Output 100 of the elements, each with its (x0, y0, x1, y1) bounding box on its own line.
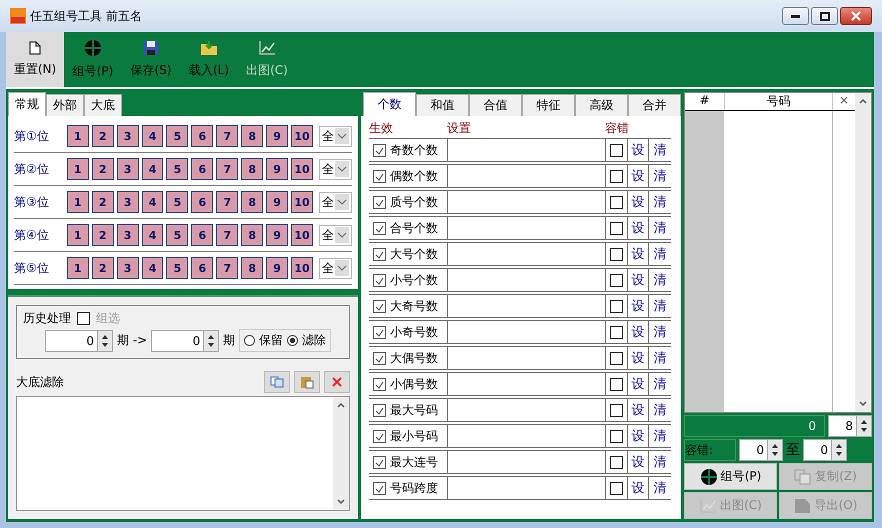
scroll-up-icon[interactable] (858, 97, 868, 105)
setting-field[interactable] (446, 165, 606, 187)
set-button[interactable]: 设 (628, 425, 650, 447)
set-button[interactable]: 设 (628, 269, 650, 291)
number-button[interactable]: 9 (266, 125, 288, 147)
checkbox[interactable] (610, 482, 623, 494)
clear-button[interactable]: 清 (649, 477, 671, 499)
set-button[interactable]: 设 (628, 347, 650, 369)
checkbox[interactable] (373, 170, 386, 183)
number-button[interactable]: 5 (166, 191, 188, 213)
clear-button[interactable]: 清 (649, 243, 671, 265)
choice-dropdown[interactable]: 全 (319, 192, 352, 212)
setting-field[interactable] (446, 191, 606, 213)
number-button[interactable]: 2 (92, 191, 114, 213)
checkbox[interactable] (610, 248, 623, 260)
set-button[interactable]: 设 (628, 477, 650, 499)
clear-button[interactable]: 清 (649, 425, 671, 447)
spin-field[interactable]: 8 (828, 415, 872, 437)
tab[interactable]: 个数 (363, 92, 416, 116)
checkbox[interactable] (373, 456, 386, 469)
checkbox[interactable] (610, 222, 623, 234)
number-button[interactable]: 10 (291, 257, 314, 279)
set-button[interactable]: 设 (628, 139, 650, 161)
text-area[interactable] (16, 396, 350, 511)
scroll-down-icon[interactable] (858, 400, 868, 408)
spin-arrows-icon[interactable] (97, 330, 112, 350)
checkbox[interactable] (610, 456, 623, 468)
number-button[interactable]: 9 (266, 191, 288, 213)
number-button[interactable]: 1 (66, 191, 89, 213)
clear-button[interactable]: 清 (649, 373, 671, 395)
number-button[interactable]: 3 (116, 158, 139, 180)
clear-button[interactable]: 清 (649, 269, 671, 291)
checkbox[interactable] (610, 170, 623, 182)
scroll-down-icon[interactable] (336, 498, 346, 506)
checkbox[interactable] (373, 144, 386, 157)
paste-button[interactable] (294, 371, 320, 393)
number-button[interactable]: 7 (216, 224, 238, 246)
number-button[interactable]: 7 (216, 158, 238, 180)
clear-button[interactable]: 清 (649, 399, 671, 421)
checkbox[interactable] (610, 352, 623, 364)
number-button[interactable]: 4 (142, 158, 164, 180)
number-button[interactable]: 7 (216, 125, 238, 147)
checkbox[interactable] (373, 300, 386, 313)
delete-button[interactable] (324, 371, 350, 393)
number-button[interactable]: 2 (92, 257, 114, 279)
checkbox[interactable] (373, 326, 386, 339)
spin-arrows-icon[interactable] (831, 440, 846, 460)
tab[interactable]: 高级 (575, 94, 628, 116)
toolbar-button[interactable]: 组号(P) (64, 32, 122, 87)
checkbox[interactable] (373, 378, 386, 391)
set-button[interactable]: 设 (628, 295, 650, 317)
scroll-up-icon[interactable] (336, 401, 346, 409)
number-button[interactable]: 1 (66, 257, 89, 279)
radio-button[interactable] (287, 335, 298, 346)
number-button[interactable]: 6 (191, 257, 214, 279)
checkbox[interactable] (610, 274, 623, 286)
number-button[interactable]: 3 (116, 224, 139, 246)
number-button[interactable]: 8 (241, 158, 264, 180)
set-button[interactable]: 设 (628, 321, 650, 343)
number-button[interactable]: 4 (142, 257, 164, 279)
checkbox[interactable] (610, 430, 623, 442)
setting-field[interactable] (446, 451, 606, 473)
spin-arrows-icon[interactable] (203, 330, 218, 350)
number-button[interactable]: 1 (66, 125, 89, 147)
number-button[interactable]: 4 (142, 224, 164, 246)
number-button[interactable]: 6 (191, 125, 214, 147)
tab[interactable]: 大底 (84, 94, 122, 116)
clear-button[interactable]: 清 (649, 451, 671, 473)
number-button[interactable]: 1 (66, 158, 89, 180)
number-button[interactable]: 1 (66, 224, 89, 246)
set-button[interactable]: 设 (628, 191, 650, 213)
setting-field[interactable] (446, 399, 606, 421)
checkbox[interactable] (373, 352, 386, 365)
checkbox[interactable] (610, 378, 623, 390)
setting-field[interactable] (446, 269, 606, 291)
number-button[interactable]: 8 (241, 125, 264, 147)
checkbox[interactable] (373, 196, 386, 209)
number-button[interactable]: 2 (92, 224, 114, 246)
copy-button[interactable] (264, 371, 290, 393)
tab[interactable]: 特征 (522, 94, 575, 116)
maximize-button[interactable] (811, 7, 838, 25)
set-button[interactable]: 设 (628, 165, 650, 187)
number-button[interactable]: 8 (241, 257, 264, 279)
set-button[interactable]: 设 (628, 217, 650, 239)
clear-button[interactable]: 清 (649, 191, 671, 213)
spin-field[interactable]: 0 (803, 439, 847, 461)
number-button[interactable]: 3 (116, 191, 139, 213)
setting-field[interactable] (446, 477, 606, 499)
close-button[interactable] (840, 7, 872, 25)
clear-button[interactable]: 清 (649, 321, 671, 343)
tab[interactable]: 外部 (46, 94, 84, 116)
setting-field[interactable] (446, 217, 606, 239)
set-button[interactable]: 设 (628, 399, 650, 421)
tab[interactable]: 和值 (416, 94, 469, 116)
checkbox[interactable] (373, 222, 386, 235)
clear-button[interactable]: 清 (649, 165, 671, 187)
checkbox[interactable] (373, 430, 386, 443)
setting-field[interactable] (446, 243, 606, 265)
number-button[interactable]: 10 (291, 158, 314, 180)
number-button[interactable]: 10 (291, 224, 314, 246)
